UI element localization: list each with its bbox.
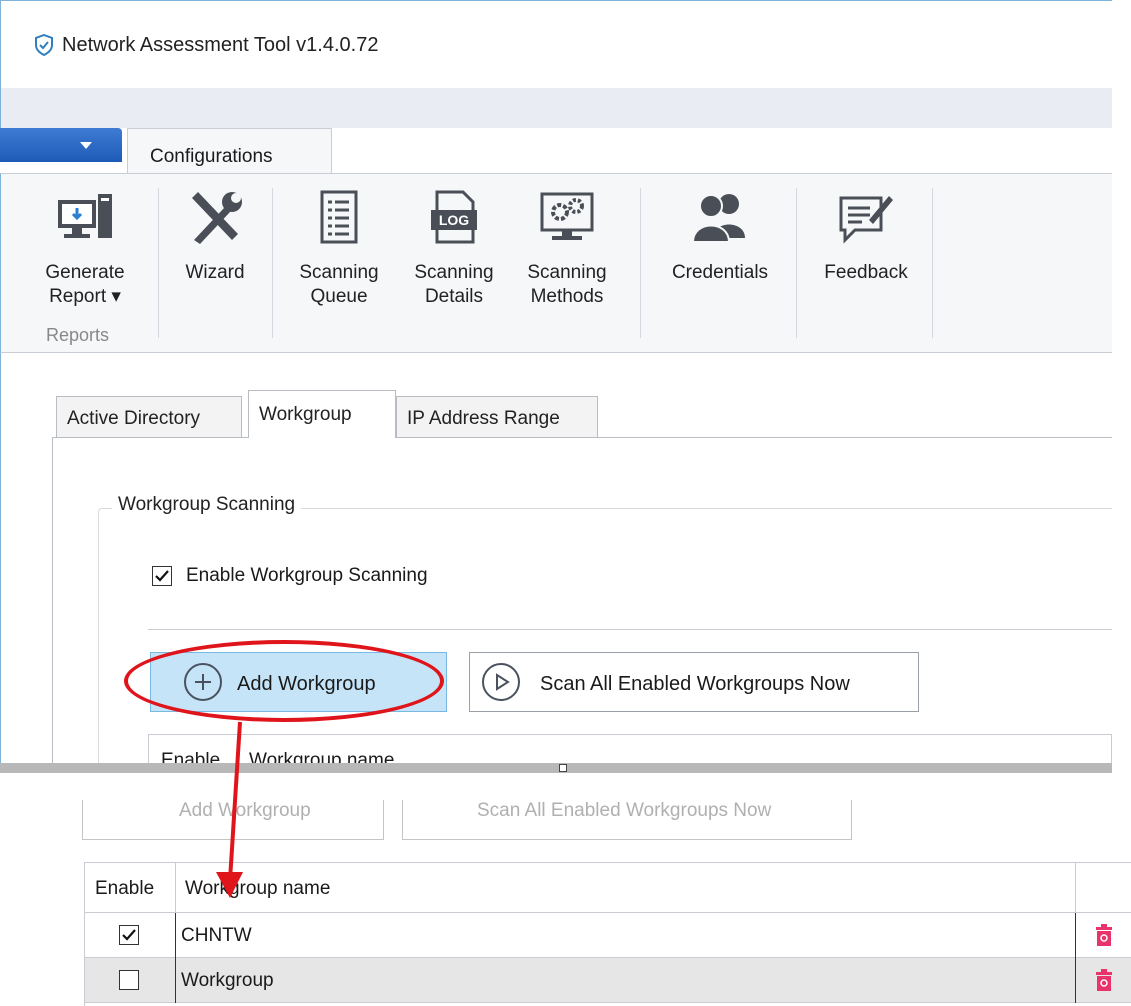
app-menu-button[interactable] [0, 128, 122, 162]
wizard-label: Wizard [185, 262, 245, 283]
ribbon-separator [796, 188, 797, 338]
generate-report-label: Generate [45, 262, 125, 283]
scanning-queue-icon [320, 190, 358, 244]
grid-header-row: Enable Workgroup name [85, 863, 1131, 913]
header-enable[interactable]: Enable [95, 878, 154, 900]
play-circle-icon [482, 663, 520, 701]
scan-all-button[interactable]: Scan All Enabled Workgroups Now [469, 652, 919, 712]
add-workgroup-ghost-label: Add Workgroup [179, 800, 311, 821]
workgroup-scanning-groupbox [98, 508, 1112, 768]
ribbon-separator [158, 188, 159, 338]
credentials-label: Credentials [671, 262, 769, 283]
header-workgroup-name[interactable]: Workgroup name [185, 878, 330, 900]
checkmark-icon [122, 929, 136, 941]
ribbon-separator [272, 188, 273, 338]
scanning-methods-icon [540, 192, 594, 240]
log-file-icon: LOG [431, 190, 477, 244]
table-row[interactable]: Workgroup [85, 958, 1131, 1003]
wizard-button[interactable]: Wizard [172, 190, 258, 285]
groupbox-title: Workgroup Scanning [112, 494, 302, 516]
scanning-methods-button[interactable]: Scanning Methods [511, 190, 623, 309]
generate-report-label-2: Report ▾ [49, 286, 121, 307]
add-workgroup-button-ghost: Add Workgroup [82, 800, 384, 840]
feedback-button[interactable]: Feedback [806, 190, 926, 285]
splitter-handle [559, 764, 567, 772]
scan-all-button-ghost: Scan All Enabled Workgroups Now [402, 800, 852, 840]
feedback-icon [839, 196, 893, 244]
table-row[interactable]: CHNTW [85, 913, 1131, 958]
enable-workgroup-label: Enable Workgroup Scanning [186, 565, 428, 586]
workgroup-grid: Enable Workgroup name CHNTW Workgroup [84, 862, 1131, 1006]
row-enable-checkbox[interactable] [119, 925, 139, 945]
ribbon-separator [932, 188, 933, 338]
trash-icon[interactable] [1095, 924, 1113, 946]
shield-icon [35, 34, 53, 56]
tab-active-directory[interactable]: Active Directory [56, 396, 242, 438]
ribbon-header [0, 88, 1112, 128]
tab-configurations[interactable]: Configurations [127, 128, 332, 174]
checkmark-icon [155, 570, 169, 582]
workgroup-name-cell: Workgroup [181, 970, 274, 991]
scanning-queue-button[interactable]: Scanning Queue [283, 190, 395, 309]
scanning-queue-label-2: Queue [310, 286, 368, 307]
ribbon-separator [640, 188, 641, 338]
scanning-details-label: Scanning [414, 262, 494, 283]
wizard-tools-icon [192, 192, 242, 244]
row-enable-checkbox[interactable] [119, 970, 139, 990]
feedback-label: Feedback [824, 262, 908, 283]
tab-workgroup[interactable]: Workgroup [248, 390, 396, 438]
scanning-queue-label: Scanning [299, 262, 379, 283]
divider-line [148, 629, 1112, 630]
generate-report-icon [58, 194, 112, 238]
chevron-down-icon [80, 142, 92, 149]
users-icon [691, 194, 745, 243]
highlight-ellipse [124, 640, 444, 722]
enable-workgroup-checkbox[interactable] [152, 566, 172, 586]
scan-all-label: Scan All Enabled Workgroups Now [540, 673, 850, 695]
tab-ip-address-range[interactable]: IP Address Range [396, 396, 598, 438]
generate-report-button[interactable]: Generate Report ▾ [30, 190, 140, 309]
scanning-methods-label-2: Methods [530, 286, 604, 307]
scanning-details-button[interactable]: LOG Scanning Details [398, 190, 510, 309]
credentials-button[interactable]: Credentials [650, 190, 790, 285]
workgroup-name-cell: CHNTW [181, 925, 252, 946]
scanning-details-label-2: Details [424, 286, 484, 307]
trash-icon[interactable] [1095, 969, 1113, 991]
log-text: LOG [439, 212, 469, 228]
reports-group-label: Reports [46, 325, 110, 345]
scan-all-ghost-label: Scan All Enabled Workgroups Now [477, 800, 772, 821]
scanning-methods-label: Scanning [527, 262, 607, 283]
screenshot-splitter [0, 763, 1112, 773]
window-title: Network Assessment Tool v1.4.0.72 [62, 34, 379, 56]
